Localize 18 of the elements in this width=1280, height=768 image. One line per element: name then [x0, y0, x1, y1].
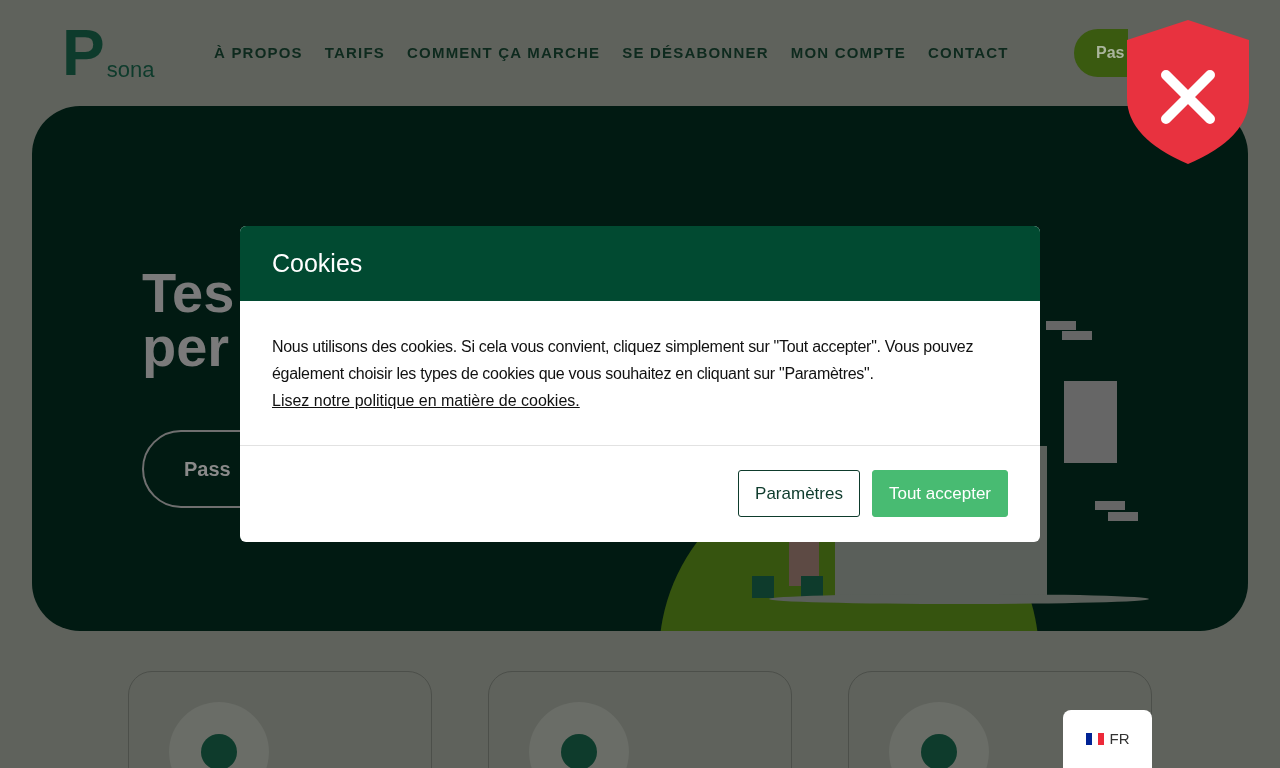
dialog-button[interactable]: Paramètres [738, 470, 860, 517]
cookie-message: Nous utilisons des cookies. Si cela vous convient, cliquez simplement sur "Tout accepter". Vous pouvez également choisir les types de cookies que vous souhaitez en cliquant sur "Paramètres". [272, 337, 975, 384]
nav-link[interactable]: CONTACT [928, 41, 1009, 65]
cta-button[interactable]: Pas [1074, 29, 1128, 77]
nav-link[interactable]: TARIFS [324, 41, 386, 65]
nav-link[interactable]: MON COMPTE [790, 41, 907, 65]
dialog-button[interactable]: Tout accepter [871, 470, 1008, 517]
hero-title: Tes [142, 266, 235, 320]
nav-link[interactable]: À PROPOS [214, 41, 303, 65]
nav-link[interactable]: SE DÉSABONNER [622, 41, 769, 65]
cookie-policy-link[interactable]: Lisez notre politique en matière de cookies. [272, 392, 580, 409]
language-switcher[interactable]: FR [1063, 710, 1152, 768]
nav-link[interactable]: COMMENT ÇA MARCHE [407, 41, 601, 65]
shield-close-icon [1127, 20, 1249, 164]
dialog-title: Cookies [272, 247, 363, 279]
flag-icon [1085, 733, 1104, 745]
logo-text: sona [106, 58, 155, 82]
logo-mark: P [62, 24, 105, 82]
